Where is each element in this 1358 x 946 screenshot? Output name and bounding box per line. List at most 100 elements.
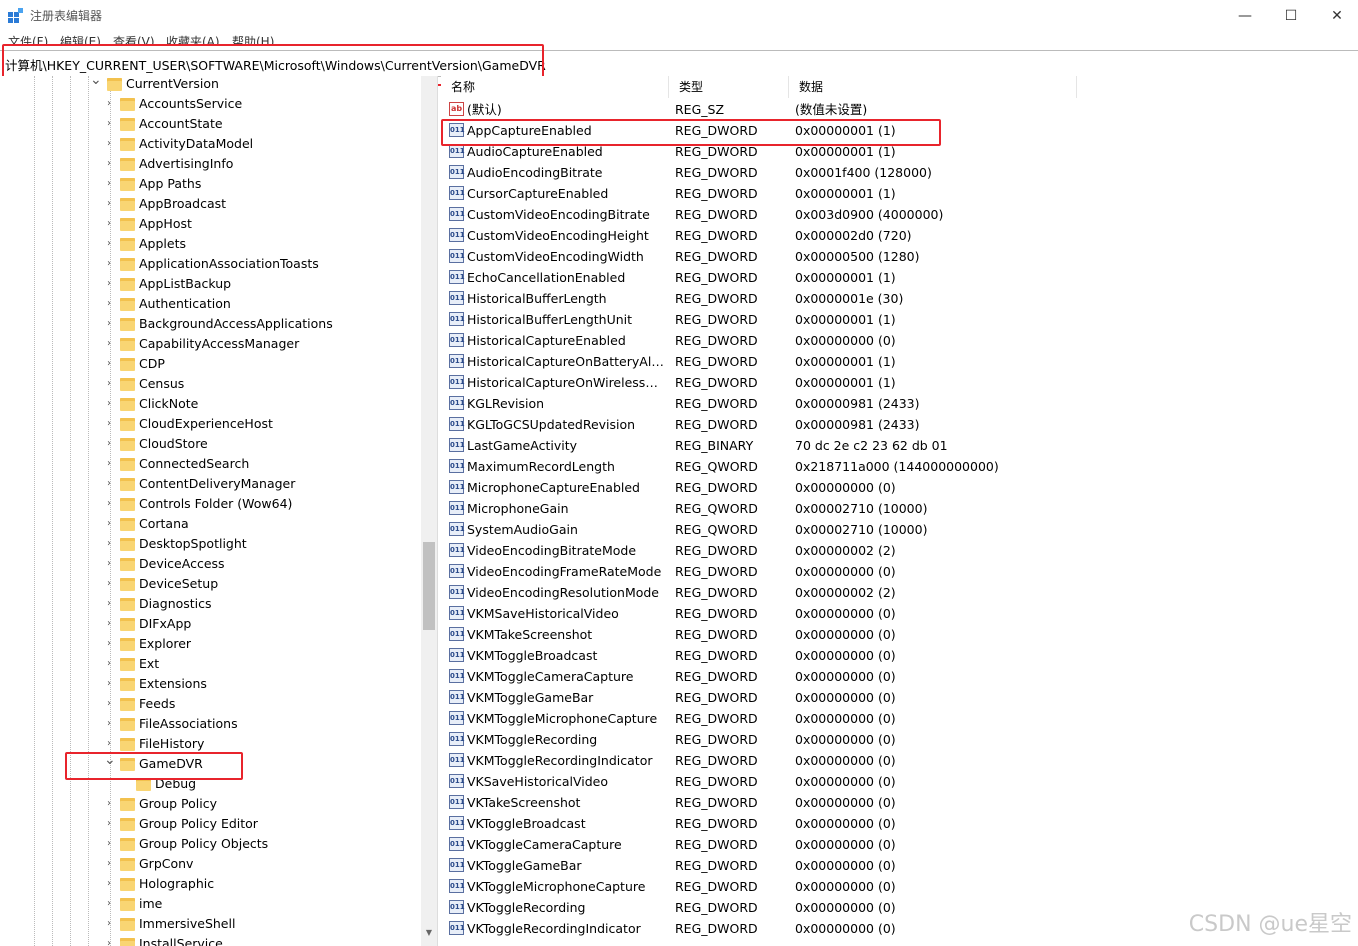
tree-item-ext[interactable]: › Ext <box>0 654 420 674</box>
address-bar[interactable]: 计算机\HKEY_CURRENT_USER\SOFTWARE\Microsoft… <box>0 50 1358 77</box>
chevron-right-icon[interactable]: › <box>104 814 114 834</box>
tree-item-gamedvr[interactable]: ⌄ GameDVR <box>0 752 420 774</box>
value-row[interactable]: 011 HistoricalCaptureOnBatteryAllow... REG… <box>441 351 1358 372</box>
tree-item-feeds[interactable]: › Feeds <box>0 694 420 714</box>
values-pane[interactable]: 名称 类型 数据 ab (默认) REG_SZ (数值未设置) 011 AppCaptur… <box>441 76 1358 946</box>
tree-item-desktopspotlight[interactable]: › DesktopSpotlight <box>0 534 420 554</box>
value-row[interactable]: 011 HistoricalCaptureOnWirelessDis... REG_… <box>441 372 1358 393</box>
tree-item-applets[interactable]: › Applets <box>0 234 420 254</box>
chevron-right-icon[interactable]: › <box>104 934 114 946</box>
chevron-right-icon[interactable]: › <box>104 174 114 194</box>
tree-item-explorer[interactable]: › Explorer <box>0 634 420 654</box>
tree-item-appbroadcast[interactable]: › AppBroadcast <box>0 194 420 214</box>
tree-item-group-policy-objects[interactable]: › Group Policy Objects <box>0 834 420 854</box>
value-row[interactable]: 011 VKMToggleGameBar REG_DWORD 0x00000000 (… <box>441 687 1358 708</box>
value-row[interactable]: 011 VKToggleMicrophoneCapture REG_DWORD 0x0… <box>441 876 1358 897</box>
chevron-right-icon[interactable]: › <box>104 134 114 154</box>
tree-scrollbar[interactable]: ▼ <box>421 76 437 946</box>
chevron-right-icon[interactable]: › <box>104 254 114 274</box>
chevron-right-icon[interactable]: › <box>104 794 114 814</box>
value-row[interactable]: 011 HistoricalBufferLengthUnit REG_DWORD 0x… <box>441 309 1358 330</box>
value-row[interactable]: 011 KGLToGCSUpdatedRevision REG_DWORD 0x000… <box>441 414 1358 435</box>
value-row[interactable]: 011 EchoCancellationEnabled REG_DWORD 0x000… <box>441 267 1358 288</box>
value-row[interactable]: 011 CustomVideoEncodingBitrate REG_DWORD 0x… <box>441 204 1358 225</box>
tree-item-connectedsearch[interactable]: › ConnectedSearch <box>0 454 420 474</box>
chevron-right-icon[interactable]: › <box>104 474 114 494</box>
tree-item-activitydatamodel[interactable]: › ActivityDataModel <box>0 134 420 154</box>
tree-item-applistbackup[interactable]: › AppListBackup <box>0 274 420 294</box>
chevron-right-icon[interactable]: › <box>104 874 114 894</box>
value-row[interactable]: ab (默认) REG_SZ (数值未设置) <box>441 99 1358 120</box>
value-row[interactable]: 011 VKMToggleBroadcast REG_DWORD 0x00000000… <box>441 645 1358 666</box>
chevron-right-icon[interactable]: › <box>104 694 114 714</box>
chevron-right-icon[interactable]: › <box>104 394 114 414</box>
value-row[interactable]: 011 KGLRevision REG_DWORD 0x00000981 (2433) <box>441 393 1358 414</box>
chevron-right-icon[interactable]: › <box>104 554 114 574</box>
value-row[interactable]: 011 MicrophoneCaptureEnabled REG_DWORD 0x00… <box>441 477 1358 498</box>
chevron-right-icon[interactable]: › <box>104 454 114 474</box>
tree-item-controls-folder-wow64-[interactable]: › Controls Folder (Wow64) <box>0 494 420 514</box>
column-header-data[interactable]: 数据 <box>789 76 1077 98</box>
tree-item-contentdeliverymanager[interactable]: › ContentDeliveryManager <box>0 474 420 494</box>
chevron-right-icon[interactable]: › <box>104 94 114 114</box>
tree-item-grpconv[interactable]: › GrpConv <box>0 854 420 874</box>
chevron-right-icon[interactable]: › <box>104 214 114 234</box>
tree-item-clicknote[interactable]: › ClickNote <box>0 394 420 414</box>
value-row[interactable]: 011 HistoricalCaptureEnabled REG_DWORD 0x00… <box>441 330 1358 351</box>
value-row[interactable]: 011 CursorCaptureEnabled REG_DWORD 0x000000… <box>441 183 1358 204</box>
tree-item-extensions[interactable]: › Extensions <box>0 674 420 694</box>
value-row[interactable]: 011 AudioCaptureEnabled REG_DWORD 0x0000000… <box>441 141 1358 162</box>
chevron-right-icon[interactable]: › <box>104 314 114 334</box>
tree-item-difxapp[interactable]: › DIFxApp <box>0 614 420 634</box>
close-button[interactable]: ✕ <box>1314 0 1358 32</box>
tree-item-cloudstore[interactable]: › CloudStore <box>0 434 420 454</box>
chevron-right-icon[interactable]: › <box>104 614 114 634</box>
value-row[interactable]: 011 VKMSaveHistoricalVideo REG_DWORD 0x0000… <box>441 603 1358 624</box>
value-row[interactable]: 011 VideoEncodingBitrateMode REG_DWORD 0x00… <box>441 540 1358 561</box>
tree-item-deviceaccess[interactable]: › DeviceAccess <box>0 554 420 574</box>
value-row[interactable]: 011 VKMToggleMicrophoneCapture REG_DWORD 0x… <box>441 708 1358 729</box>
chevron-right-icon[interactable]: › <box>104 574 114 594</box>
chevron-down-icon[interactable]: ⌄ <box>90 76 102 90</box>
chevron-right-icon[interactable]: › <box>104 714 114 734</box>
chevron-right-icon[interactable]: › <box>104 674 114 694</box>
tree-item-accountsservice[interactable]: › AccountsService <box>0 94 420 114</box>
value-row[interactable]: 011 CustomVideoEncodingHeight REG_DWORD 0x0… <box>441 225 1358 246</box>
tree-item-group-policy[interactable]: › Group Policy <box>0 794 420 814</box>
column-header-name[interactable]: 名称 <box>441 76 669 98</box>
tree-item-immersiveshell[interactable]: › ImmersiveShell <box>0 914 420 934</box>
value-row[interactable]: 011 SystemAudioGain REG_QWORD 0x00002710 (1… <box>441 519 1358 540</box>
value-row[interactable]: 011 LastGameActivity REG_BINARY 70 dc 2e c2… <box>441 435 1358 456</box>
value-row[interactable]: 011 HistoricalBufferLength REG_DWORD 0x0000… <box>441 288 1358 309</box>
value-row[interactable]: 011 MicrophoneGain REG_QWORD 0x00002710 (10… <box>441 498 1358 519</box>
menu-file[interactable]: 文件(F) <box>8 33 48 46</box>
chevron-right-icon[interactable]: › <box>104 914 114 934</box>
chevron-right-icon[interactable]: › <box>104 834 114 854</box>
chevron-right-icon[interactable]: › <box>104 634 114 654</box>
value-row[interactable]: 011 VKMTakeScreenshot REG_DWORD 0x00000000 … <box>441 624 1358 645</box>
chevron-right-icon[interactable]: › <box>104 334 114 354</box>
tree-item-cortana[interactable]: › Cortana <box>0 514 420 534</box>
value-row[interactable]: 011 VKTakeScreenshot REG_DWORD 0x00000000 (… <box>441 792 1358 813</box>
value-row[interactable]: 011 VKToggleBroadcast REG_DWORD 0x00000000 … <box>441 813 1358 834</box>
chevron-right-icon[interactable]: › <box>104 374 114 394</box>
menu-help[interactable]: 帮助(H) <box>232 33 274 46</box>
value-row[interactable]: 011 AppCaptureEnabled REG_DWORD 0x00000001 … <box>441 120 1358 141</box>
chevron-right-icon[interactable]: › <box>104 894 114 914</box>
chevron-right-icon[interactable]: › <box>104 274 114 294</box>
value-row[interactable]: 011 VideoEncodingFrameRateMode REG_DWORD 0x… <box>441 561 1358 582</box>
tree-item-devicesetup[interactable]: › DeviceSetup <box>0 574 420 594</box>
menu-favorites[interactable]: 收藏夹(A) <box>166 33 220 46</box>
value-row[interactable]: 011 MaximumRecordLength REG_QWORD 0x218711a… <box>441 456 1358 477</box>
scroll-down-arrow-icon[interactable]: ▼ <box>421 928 437 942</box>
minimize-button[interactable]: — <box>1222 0 1268 32</box>
tree-item-applicationassociationtoasts[interactable]: › ApplicationAssociationToasts <box>0 254 420 274</box>
chevron-right-icon[interactable]: › <box>104 414 114 434</box>
value-row[interactable]: 011 VKMToggleCameraCapture REG_DWORD 0x0000… <box>441 666 1358 687</box>
chevron-right-icon[interactable]: › <box>104 494 114 514</box>
key-tree-pane[interactable]: ⌄ CurrentVersion › AccountsService › AccountS… <box>0 76 438 946</box>
menu-edit[interactable]: 编辑(E) <box>60 33 101 46</box>
value-row[interactable]: 011 VKSaveHistoricalVideo REG_DWORD 0x00000… <box>441 771 1358 792</box>
tree-item-diagnostics[interactable]: › Diagnostics <box>0 594 420 614</box>
chevron-right-icon[interactable]: › <box>104 594 114 614</box>
